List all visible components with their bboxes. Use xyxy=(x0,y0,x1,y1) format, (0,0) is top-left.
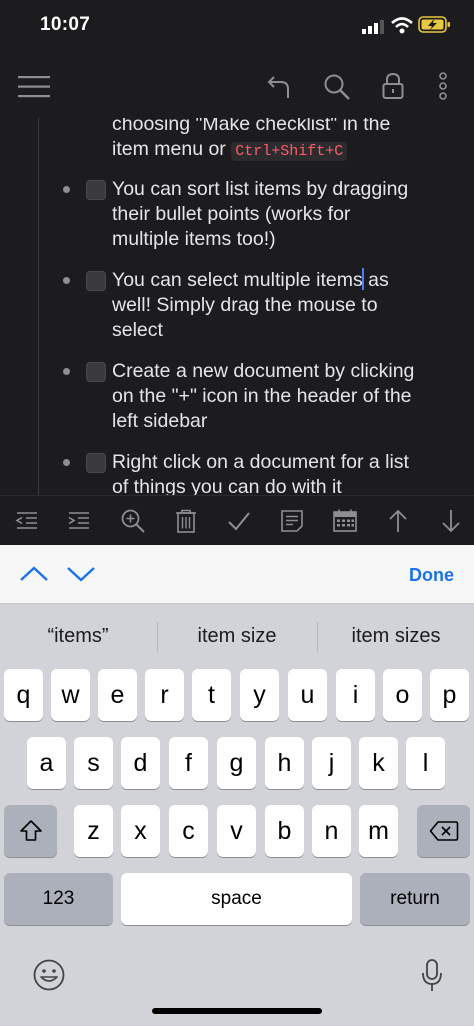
next-match-icon[interactable] xyxy=(66,565,96,583)
key-o[interactable]: o xyxy=(383,669,422,721)
undo-icon[interactable] xyxy=(266,74,292,100)
key-y[interactable]: y xyxy=(240,669,279,721)
emoji-icon[interactable] xyxy=(32,958,66,992)
key-i[interactable]: i xyxy=(336,669,375,721)
trash-icon[interactable] xyxy=(173,508,199,534)
bullet-point[interactable] xyxy=(63,368,70,375)
key-m[interactable]: m xyxy=(359,805,398,857)
key-c[interactable]: c xyxy=(169,805,208,857)
list-item-text[interactable]: item menu or Ctrl+Shift+C xyxy=(112,137,452,164)
wifi-icon xyxy=(391,17,413,34)
suggestion-item[interactable]: item size xyxy=(158,614,316,658)
key-j[interactable]: j xyxy=(312,737,351,789)
key-v[interactable]: v xyxy=(217,805,256,857)
formatting-toolbar xyxy=(0,495,474,546)
indent-icon[interactable] xyxy=(66,508,92,534)
checkbox[interactable] xyxy=(86,180,106,200)
key-f[interactable]: f xyxy=(169,737,208,789)
search-icon[interactable] xyxy=(323,73,351,101)
check-icon[interactable] xyxy=(226,508,252,534)
list-item-text[interactable]: Right click on a document for a list xyxy=(112,450,452,475)
list-item-text[interactable]: of things you can do with it xyxy=(112,475,452,495)
note-icon[interactable] xyxy=(279,508,305,534)
shift-key[interactable] xyxy=(4,805,57,857)
key-d[interactable]: d xyxy=(121,737,160,789)
find-navigation-bar: Done xyxy=(0,545,474,604)
list-item-text[interactable]: their bullet points (works for xyxy=(112,202,452,227)
list-item-text[interactable]: multiple items too!) xyxy=(112,227,452,252)
home-indicator xyxy=(152,1008,322,1014)
key-s[interactable]: s xyxy=(74,737,113,789)
bullet-point[interactable] xyxy=(63,459,70,466)
status-bar: 10:07 xyxy=(0,0,474,55)
list-item-text: as xyxy=(362,269,389,291)
shift-icon xyxy=(19,820,42,841)
key-w[interactable]: w xyxy=(51,669,90,721)
microphone-icon[interactable] xyxy=(420,958,444,994)
key-a[interactable]: a xyxy=(27,737,66,789)
key-r[interactable]: r xyxy=(145,669,184,721)
delete-key[interactable] xyxy=(417,805,470,857)
lock-icon[interactable] xyxy=(382,72,404,100)
list-item-text[interactable]: choosing "Make checklist" in the xyxy=(112,118,452,137)
more-icon[interactable] xyxy=(438,72,448,102)
key-k[interactable]: k xyxy=(359,737,398,789)
calendar-icon[interactable] xyxy=(332,508,358,534)
backspace-icon xyxy=(429,821,458,841)
clock-text: 10:07 xyxy=(40,14,91,35)
menu-icon[interactable] xyxy=(18,75,50,99)
key-q[interactable]: q xyxy=(4,669,43,721)
suggestion-item[interactable]: item sizes xyxy=(318,614,474,658)
checkbox[interactable] xyxy=(86,271,106,291)
bullet-point[interactable] xyxy=(63,277,70,284)
return-key[interactable]: return xyxy=(360,873,470,925)
indent-guide xyxy=(38,118,39,495)
document-content[interactable]: choosing "Make checklist" in the item me… xyxy=(0,118,474,495)
zoom-in-icon[interactable] xyxy=(120,508,146,534)
list-item-text[interactable]: You can sort list items by dragging xyxy=(112,177,452,202)
space-key[interactable]: space xyxy=(121,873,352,925)
app-header xyxy=(0,55,474,118)
key-h[interactable]: h xyxy=(265,737,304,789)
key-g[interactable]: g xyxy=(217,737,256,789)
checkbox[interactable] xyxy=(86,362,106,382)
list-item-text: item menu or xyxy=(112,138,226,160)
keyboard-shortcut: Ctrl+Shift+C xyxy=(231,142,348,161)
checkbox[interactable] xyxy=(86,453,106,473)
list-item-text[interactable]: Create a new document by clicking xyxy=(112,359,452,384)
cellular-signal-icon xyxy=(362,20,384,34)
bullet-point[interactable] xyxy=(63,186,70,193)
key-z[interactable]: z xyxy=(74,805,113,857)
key-b[interactable]: b xyxy=(265,805,304,857)
move-up-icon[interactable] xyxy=(385,508,411,534)
list-item-text[interactable]: select xyxy=(112,318,452,343)
key-t[interactable]: t xyxy=(192,669,231,721)
key-p[interactable]: p xyxy=(430,669,469,721)
outdent-icon[interactable] xyxy=(14,508,40,534)
key-x[interactable]: x xyxy=(121,805,160,857)
key-l[interactable]: l xyxy=(406,737,445,789)
battery-charging-icon xyxy=(418,16,450,33)
done-button[interactable]: Done xyxy=(409,565,454,586)
key-n[interactable]: n xyxy=(312,805,351,857)
move-down-icon[interactable] xyxy=(438,508,464,534)
list-item-text[interactable]: left sidebar xyxy=(112,409,452,434)
key-e[interactable]: e xyxy=(98,669,137,721)
list-item-text[interactable]: well! Simply drag the mouse to xyxy=(112,293,452,318)
key-u[interactable]: u xyxy=(288,669,327,721)
previous-match-icon[interactable] xyxy=(19,565,49,583)
list-item-text[interactable]: on the "+" icon in the header of the xyxy=(112,384,452,409)
numbers-key[interactable]: 123 xyxy=(4,873,113,925)
suggestion-item[interactable]: “items” xyxy=(0,614,156,658)
list-item-text: You can select multiple items xyxy=(112,269,363,291)
list-item-text[interactable]: You can select multiple items as xyxy=(112,268,452,293)
